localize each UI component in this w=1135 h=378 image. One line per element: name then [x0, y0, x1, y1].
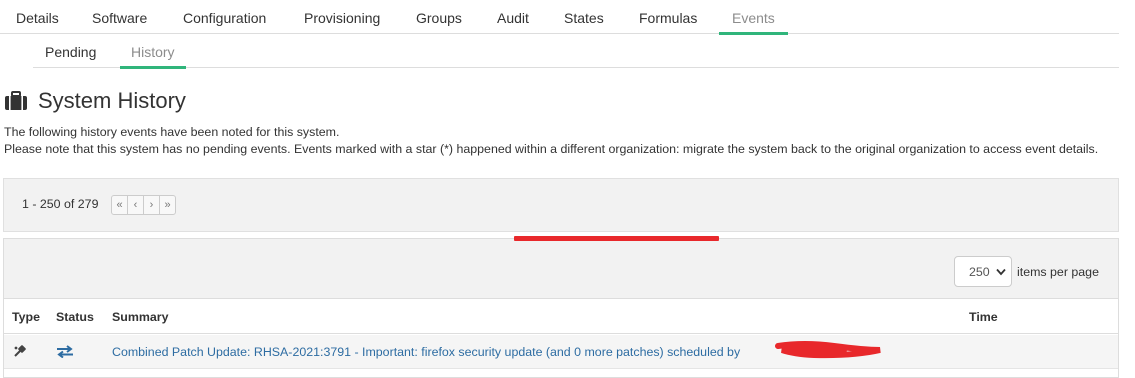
pagination-controls: « ‹ › »	[111, 195, 176, 215]
column-header-summary[interactable]: Summary	[112, 310, 168, 324]
transfer-arrows-icon[interactable]	[56, 345, 74, 358]
column-header-type[interactable]: Type	[12, 310, 40, 324]
next-page-button[interactable]: ›	[143, 195, 160, 215]
tab-software[interactable]: Software	[92, 0, 147, 34]
subtab-history[interactable]: History	[120, 34, 186, 69]
items-per-page-value: 250	[969, 265, 990, 279]
history-table-panel: 250 items per page Type Status Summary T…	[3, 238, 1119, 378]
event-summary-link[interactable]: Combined Patch Update: RHSA-2021:3791 - …	[112, 345, 740, 359]
description-line-1: The following history events have been n…	[4, 125, 340, 139]
items-per-page-select[interactable]: 250	[954, 256, 1012, 287]
tab-details[interactable]: Details	[16, 0, 59, 34]
tab-states[interactable]: States	[564, 0, 604, 34]
tab-provisioning[interactable]: Provisioning	[304, 0, 380, 34]
subtab-pending[interactable]: Pending	[45, 34, 96, 68]
pagination-panel: 1 - 250 of 279 « ‹ › »	[3, 178, 1119, 232]
red-underline-mark	[514, 236, 719, 241]
patch-icon	[14, 345, 26, 357]
table-header: Type Status Summary Time	[4, 300, 1118, 334]
description-line-2: Please note that this system has no pend…	[4, 141, 1099, 156]
last-page-button[interactable]: »	[159, 195, 176, 215]
page-title: System History	[38, 88, 186, 113]
tab-configuration[interactable]: Configuration	[183, 0, 266, 34]
column-header-status[interactable]: Status	[56, 310, 94, 324]
tab-audit[interactable]: Audit	[497, 0, 529, 34]
column-header-time[interactable]: Time	[969, 310, 998, 324]
tab-groups[interactable]: Groups	[416, 0, 462, 34]
tab-formulas[interactable]: Formulas	[639, 0, 697, 34]
sub-tab-bar: Pending History	[33, 34, 1119, 69]
page-heading: System History	[4, 86, 186, 116]
briefcase-icon	[5, 91, 27, 110]
items-per-page-label: items per page	[1017, 265, 1099, 279]
table-row: Combined Patch Update: RHSA-2021:3791 - …	[4, 335, 1118, 369]
pagination-range: 1 - 250 of 279	[22, 197, 99, 211]
first-page-button[interactable]: «	[111, 195, 128, 215]
chevron-down-icon	[996, 268, 1006, 276]
tab-events[interactable]: Events	[719, 0, 788, 35]
top-tab-bar: Details Software Configuration Provision…	[0, 0, 1119, 35]
redaction-scribble	[775, 341, 881, 359]
prev-page-button[interactable]: ‹	[127, 195, 144, 215]
page-description: The following history events have been n…	[4, 124, 1124, 157]
table-toolbar: 250 items per page	[4, 239, 1118, 299]
